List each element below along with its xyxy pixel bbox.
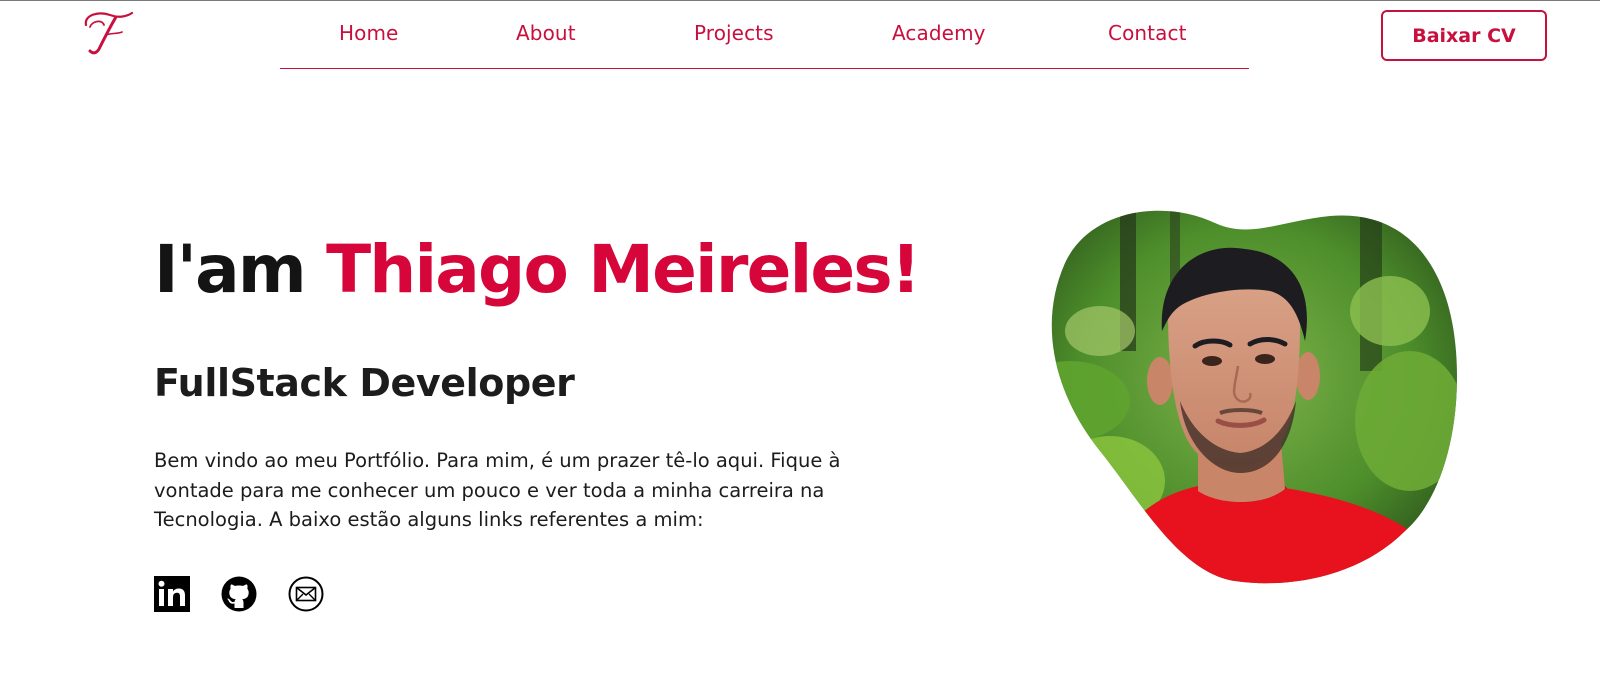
main-nav: Home About Projects Academy Contact <box>280 1 1249 69</box>
cursive-t-logo-icon <box>84 11 134 55</box>
linkedin-icon <box>154 576 190 612</box>
github-icon <box>221 576 257 612</box>
nav-home[interactable]: Home <box>339 21 398 45</box>
profile-photo <box>1030 201 1460 591</box>
nav-about[interactable]: About <box>516 21 576 45</box>
email-icon <box>288 576 324 612</box>
nav-academy[interactable]: Academy <box>892 21 986 45</box>
hero-greeting: I'am <box>154 231 307 308</box>
hero-title: I'am Thiago Meireles! <box>154 231 921 308</box>
nav-projects[interactable]: Projects <box>694 21 774 45</box>
github-link[interactable] <box>221 576 257 612</box>
linkedin-link[interactable] <box>154 576 190 612</box>
download-cv-button[interactable]: Baixar CV <box>1381 10 1547 61</box>
email-link[interactable] <box>288 576 324 612</box>
hero-role: FullStack Developer <box>154 361 575 405</box>
logo[interactable] <box>80 5 136 57</box>
nav-contact[interactable]: Contact <box>1108 21 1187 45</box>
hero-intro: Bem vindo ao meu Portfólio. Para mim, é … <box>154 449 841 531</box>
hero-name: Thiago Meireles! <box>326 231 921 308</box>
profile-photo-blob <box>1051 210 1457 584</box>
